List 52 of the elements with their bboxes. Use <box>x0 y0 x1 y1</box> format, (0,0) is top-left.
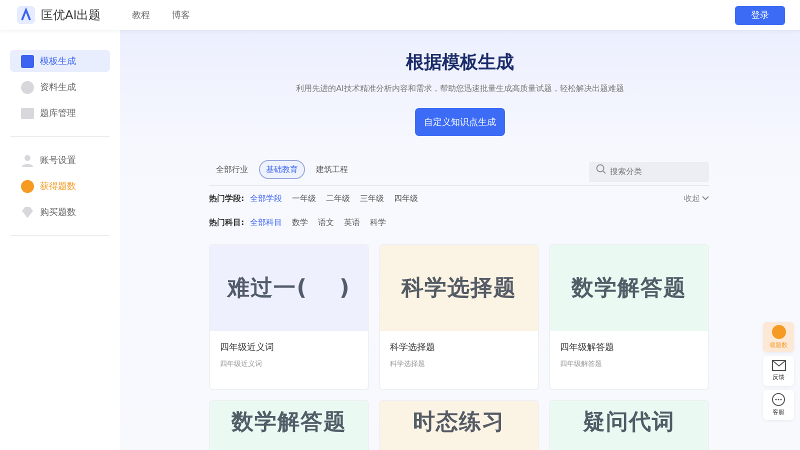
cover-text: 数学解答题 <box>572 275 686 303</box>
filter-option[interactable]: 全部学段 <box>250 192 282 204</box>
cover-text: 时态练习 <box>413 409 505 437</box>
sidebar-item[interactable]: 题库管理 <box>10 102 110 124</box>
sidebar-item[interactable]: 购买题数 <box>10 201 110 223</box>
search-field[interactable]: 搜索分类 <box>589 162 709 182</box>
chevron-down-icon <box>702 196 709 200</box>
filter-label: 热门学段: <box>209 192 244 204</box>
sidebar-item[interactable]: 资料生成 <box>10 76 110 98</box>
filter-option[interactable]: 全部科目 <box>250 216 282 228</box>
category-tab[interactable]: 全部行业 <box>209 160 255 178</box>
sidebar-item[interactable]: 账号设置 <box>10 149 110 171</box>
sidebar-item[interactable]: 模板生成 <box>10 50 110 72</box>
coin-icon <box>21 180 34 192</box>
filter-option[interactable]: 二年级 <box>326 192 350 204</box>
page-title: 根据模板生成 <box>406 51 514 74</box>
login-button[interactable]: 登录 <box>735 6 785 24</box>
coin-icon <box>772 324 786 338</box>
page-subtitle: 利用先进的AI技术精准分析内容和需求，帮助您迅速批量生成高质量试题，轻松解决出题难题 <box>296 83 624 94</box>
filter-label: 热门科目: <box>209 216 244 228</box>
filter-option[interactable]: 语文 <box>318 216 334 228</box>
cover-text: 难过一( ) <box>228 275 350 303</box>
card-title: 科学选择题 <box>390 342 436 354</box>
card-title: 四年级近义词 <box>220 342 275 354</box>
chat-icon <box>772 393 785 406</box>
template-icon <box>21 54 34 68</box>
template-card[interactable]: 疑问代词 <box>549 400 709 450</box>
cover-text: 科学选择题 <box>402 275 516 303</box>
diamond-icon <box>21 206 34 218</box>
document-icon <box>21 80 34 94</box>
filter-option[interactable]: 三年级 <box>360 192 384 204</box>
list-icon <box>21 106 34 120</box>
template-card[interactable]: 数学解答题 <box>209 400 369 450</box>
category-tab[interactable]: 基础教育 <box>259 160 305 178</box>
user-icon <box>21 154 34 166</box>
filter-option[interactable]: 数学 <box>292 216 308 228</box>
nav-link[interactable]: 教程 <box>132 8 150 22</box>
filter-option[interactable]: 四年级 <box>394 192 418 204</box>
logo-text: 匡优AI出题 <box>41 6 101 24</box>
collapse-toggle[interactable]: 收起 <box>684 192 709 204</box>
nav-link[interactable]: 博客 <box>172 8 190 22</box>
filter-option[interactable]: 科学 <box>370 216 386 228</box>
template-card[interactable]: 时态练习 <box>379 400 539 450</box>
custom-generate-button[interactable]: 自定义知识点生成 <box>415 108 505 136</box>
filter-option[interactable]: 英语 <box>344 216 360 228</box>
filter-option[interactable]: 一年级 <box>292 192 316 204</box>
cover-text: 疑问代词 <box>583 409 675 437</box>
card-title: 四年级解答题 <box>560 342 615 354</box>
cover-text: 数学解答题 <box>232 409 346 437</box>
logo-icon <box>17 6 35 24</box>
mail-icon <box>772 360 786 371</box>
category-tab[interactable]: 建筑工程 <box>309 160 355 178</box>
